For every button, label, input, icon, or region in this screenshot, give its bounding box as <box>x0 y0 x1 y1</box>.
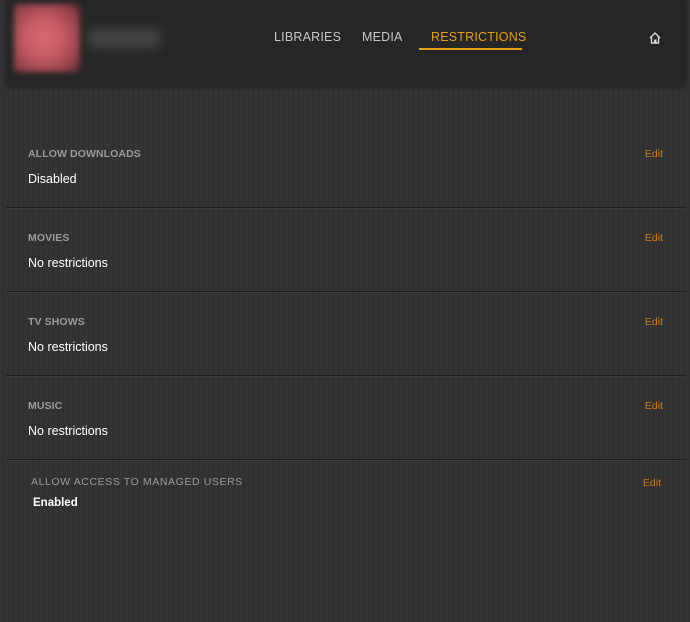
edit-link[interactable]: Edit <box>645 232 663 244</box>
section-value: No restrictions <box>28 424 108 438</box>
section-movies: MOVIES No restrictions Edit <box>6 208 686 292</box>
section-tv-shows: TV SHOWS No restrictions Edit <box>6 292 686 376</box>
section-title: ALLOW DOWNLOADS <box>28 148 141 160</box>
section-value: Enabled <box>33 497 78 509</box>
active-tab-indicator <box>419 48 522 50</box>
section-value: No restrictions <box>28 256 108 270</box>
section-music: MUSIC No restrictions Edit <box>6 376 686 460</box>
tab-bar: LIBRARIES MEDIA RESTRICTIONS <box>6 30 686 50</box>
edit-link[interactable]: Edit <box>645 148 663 160</box>
section-value: Disabled <box>28 172 77 186</box>
section-value: No restrictions <box>28 340 108 354</box>
section-managed-users: ALLOW ACCESS TO MANAGED USERS Enabled Ed… <box>6 460 686 540</box>
top-header: LIBRARIES MEDIA RESTRICTIONS <box>6 0 686 87</box>
home-icon[interactable] <box>648 31 662 45</box>
tab-media[interactable]: MEDIA <box>362 30 403 44</box>
section-title: MOVIES <box>28 232 70 244</box>
tab-restrictions[interactable]: RESTRICTIONS <box>431 30 526 44</box>
section-allow-downloads: ALLOW DOWNLOADS Disabled Edit <box>6 120 686 208</box>
tab-libraries[interactable]: LIBRARIES <box>274 30 341 44</box>
section-title: MUSIC <box>28 400 63 412</box>
edit-link[interactable]: Edit <box>645 316 663 328</box>
edit-link[interactable]: Edit <box>643 477 661 489</box>
edit-link[interactable]: Edit <box>645 400 663 412</box>
section-title: TV SHOWS <box>28 316 85 328</box>
section-title: ALLOW ACCESS TO MANAGED USERS <box>31 476 243 488</box>
